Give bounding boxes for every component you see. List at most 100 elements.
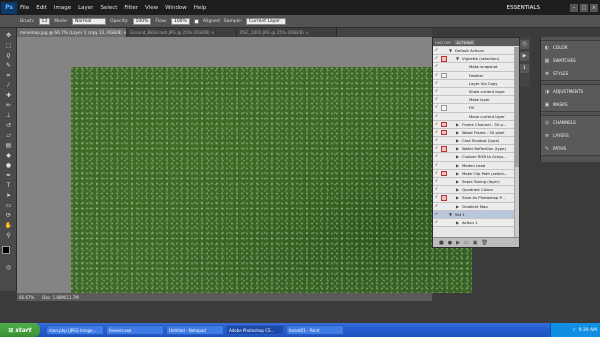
expand-triangle-icon[interactable]: ▼	[449, 211, 452, 218]
history-brush-tool-icon[interactable]: ↺	[4, 122, 13, 130]
toggle-check-icon[interactable]: ✓	[434, 146, 439, 151]
toggle-check-icon[interactable]: ✓	[434, 56, 439, 61]
foreground-color-swatch[interactable]	[2, 246, 10, 254]
action-row[interactable]: ✓ ▶ Quadrant Colors	[433, 186, 519, 195]
toggle-check-icon[interactable]: ✓	[434, 187, 439, 192]
dialog-toggle-icon[interactable]	[441, 146, 447, 152]
lasso-tool-icon[interactable]: ϙ	[4, 52, 13, 60]
menu-file[interactable]: File	[20, 5, 29, 11]
menu-edit[interactable]: Edit	[36, 5, 47, 11]
volume-icon[interactable]: ♪	[573, 328, 576, 333]
eraser-tool-icon[interactable]: ▱	[4, 132, 13, 140]
toggle-check-icon[interactable]: ✓	[434, 48, 439, 53]
dock-swatches[interactable]: ▦ SWATCHES	[541, 54, 600, 67]
expand-triangle-icon[interactable]: ▶	[456, 162, 459, 169]
record-icon[interactable]: ●	[448, 240, 452, 246]
panel-icon-history[interactable]: ◷	[520, 40, 529, 49]
expand-triangle-icon[interactable]: ▶	[456, 219, 459, 226]
expand-triangle-icon[interactable]: ▼	[449, 47, 452, 54]
dialog-toggle-icon[interactable]	[441, 121, 447, 128]
actions-scrollbar-thumb[interactable]	[515, 47, 519, 167]
move-tool-icon[interactable]: ✥	[4, 32, 13, 40]
grass-image-canvas[interactable]	[71, 67, 472, 293]
expand-triangle-icon[interactable]: ▶	[456, 170, 459, 177]
action-row[interactable]: ✓ ▶ Frame Channel - 50 p...	[433, 120, 519, 129]
tab-ground-bkgcrash[interactable]: Ground_BkGcrash.JPG @ 25% (RGB/8) ×	[127, 28, 237, 37]
action-row[interactable]: ✓ ▶ Water Reflection (type)	[433, 145, 519, 154]
type-tool-icon[interactable]: T	[4, 182, 13, 190]
toggle-check-icon[interactable]: ✓	[434, 154, 439, 159]
toggle-check-icon[interactable]: ✓	[434, 212, 439, 217]
dock-paths[interactable]: ✎ PATHS	[541, 142, 600, 155]
toggle-check-icon[interactable]: ✓	[434, 97, 439, 102]
hand-tool-icon[interactable]: ✋	[4, 222, 13, 230]
stop-icon[interactable]: ■	[439, 240, 444, 246]
action-row[interactable]: ✓ ▼ Vignette (selection)	[433, 55, 519, 64]
menu-filter[interactable]: Filter	[124, 5, 138, 11]
expand-triangle-icon[interactable]: ▶	[456, 178, 459, 185]
action-row[interactable]: ✓ ▶ Gradient Map	[433, 202, 519, 211]
sample-select[interactable]: Current Layer	[246, 17, 287, 25]
trash-icon[interactable]: 🗑	[481, 240, 487, 246]
toggle-check-icon[interactable]: ✓	[434, 195, 439, 200]
workspace-switcher[interactable]: ESSENTIALS	[507, 5, 540, 11]
crop-tool-icon[interactable]: ⌗	[4, 72, 13, 80]
taskbar-item[interactable]: Untitled - Notepad	[166, 325, 224, 335]
dock-color[interactable]: ◐ COLOR	[541, 41, 600, 54]
zoom-level[interactable]: 66.67%	[19, 295, 34, 300]
maximize-icon[interactable]: □	[580, 3, 588, 12]
menu-layer[interactable]: Layer	[78, 5, 93, 11]
action-row[interactable]: ✓ ▶ Sepia Toning (layer)	[433, 178, 519, 187]
menu-select[interactable]: Select	[100, 5, 117, 11]
dialog-toggle-icon[interactable]	[441, 170, 447, 177]
toggle-check-icon[interactable]: ✓	[434, 81, 439, 86]
menu-window[interactable]: Window	[165, 5, 187, 11]
dock-masks[interactable]: ▣ MASKS	[541, 98, 600, 111]
dialog-toggle-icon[interactable]	[441, 129, 447, 136]
expand-triangle-icon[interactable]: ▶	[456, 121, 459, 128]
panel-icon-info[interactable]: ℹ	[520, 64, 529, 73]
zoom-tool-icon[interactable]: ⚲	[4, 232, 13, 240]
toggle-check-icon[interactable]: ✓	[434, 138, 439, 143]
toggle-check-icon[interactable]: ✓	[434, 220, 439, 225]
expand-triangle-icon[interactable]: ▼	[456, 55, 459, 62]
action-row[interactable]: ✓ Move current layer	[433, 112, 519, 121]
mode-select[interactable]: Normal	[72, 17, 107, 25]
action-row[interactable]: ✓ ▶ Make Clip Path (select...	[433, 169, 519, 178]
actions-scrollbar[interactable]	[514, 47, 519, 238]
taskbar-item-photoshop[interactable]: Adobe Photoshop CS...	[226, 325, 284, 335]
dock-adjustments[interactable]: ◑ ADJUSTMENTS	[541, 85, 600, 98]
close-icon[interactable]: ×	[590, 3, 598, 12]
brush-tool-icon[interactable]: ✏	[4, 102, 13, 110]
toggle-check-icon[interactable]: ✓	[434, 130, 439, 135]
toggle-check-icon[interactable]: ✓	[434, 64, 439, 69]
menu-view[interactable]: View	[145, 5, 158, 11]
expand-triangle-icon[interactable]: ▶	[456, 186, 459, 193]
taskbar-item[interactable]: forever.exe	[106, 325, 164, 335]
aligned-checkbox[interactable]	[193, 18, 199, 24]
taskbar-item[interactable]: man.php (JPEG Image...	[46, 325, 104, 335]
expand-triangle-icon[interactable]: ▶	[456, 194, 459, 201]
expand-triangle-icon[interactable]: ▶	[456, 145, 459, 152]
action-set-row[interactable]: ✓ ▼ Default Actions	[433, 47, 519, 56]
dock-layers[interactable]: ≣ LAYERS	[541, 129, 600, 142]
quick-mask-icon[interactable]: ◎	[4, 264, 13, 272]
action-row[interactable]: ✓ Make layer	[433, 96, 519, 105]
clone-stamp-tool-icon[interactable]: ⊥	[4, 112, 13, 120]
start-button[interactable]: ⊞ start	[0, 323, 40, 337]
menu-help[interactable]: Help	[194, 5, 207, 11]
marquee-tool-icon[interactable]: ⬚	[4, 42, 13, 50]
new-set-icon[interactable]: ▭	[464, 240, 469, 246]
action-row[interactable]: ✓ ▶ Molten Lead	[433, 161, 519, 170]
expand-triangle-icon[interactable]: ▶	[456, 137, 459, 144]
action-set-row[interactable]: ✓ ▼ Set 1	[433, 210, 519, 219]
minimize-icon[interactable]: –	[570, 3, 578, 12]
action-row[interactable]: ✓ ▶ Cast Shadow (type)	[433, 137, 519, 146]
quick-select-tool-icon[interactable]: ✎	[4, 62, 13, 70]
expand-triangle-icon[interactable]: ▶	[456, 203, 459, 210]
tab-minemap[interactable]: minemap.jpg @ 66.7% (Layer 1 copy 12, RG…	[17, 28, 127, 37]
clock[interactable]: 9:30 AM	[579, 328, 598, 333]
play-icon[interactable]: ▶	[456, 240, 460, 246]
toggle-check-icon[interactable]: ✓	[434, 122, 439, 127]
action-row[interactable]: ✓ ▶ Action 1	[433, 218, 519, 228]
